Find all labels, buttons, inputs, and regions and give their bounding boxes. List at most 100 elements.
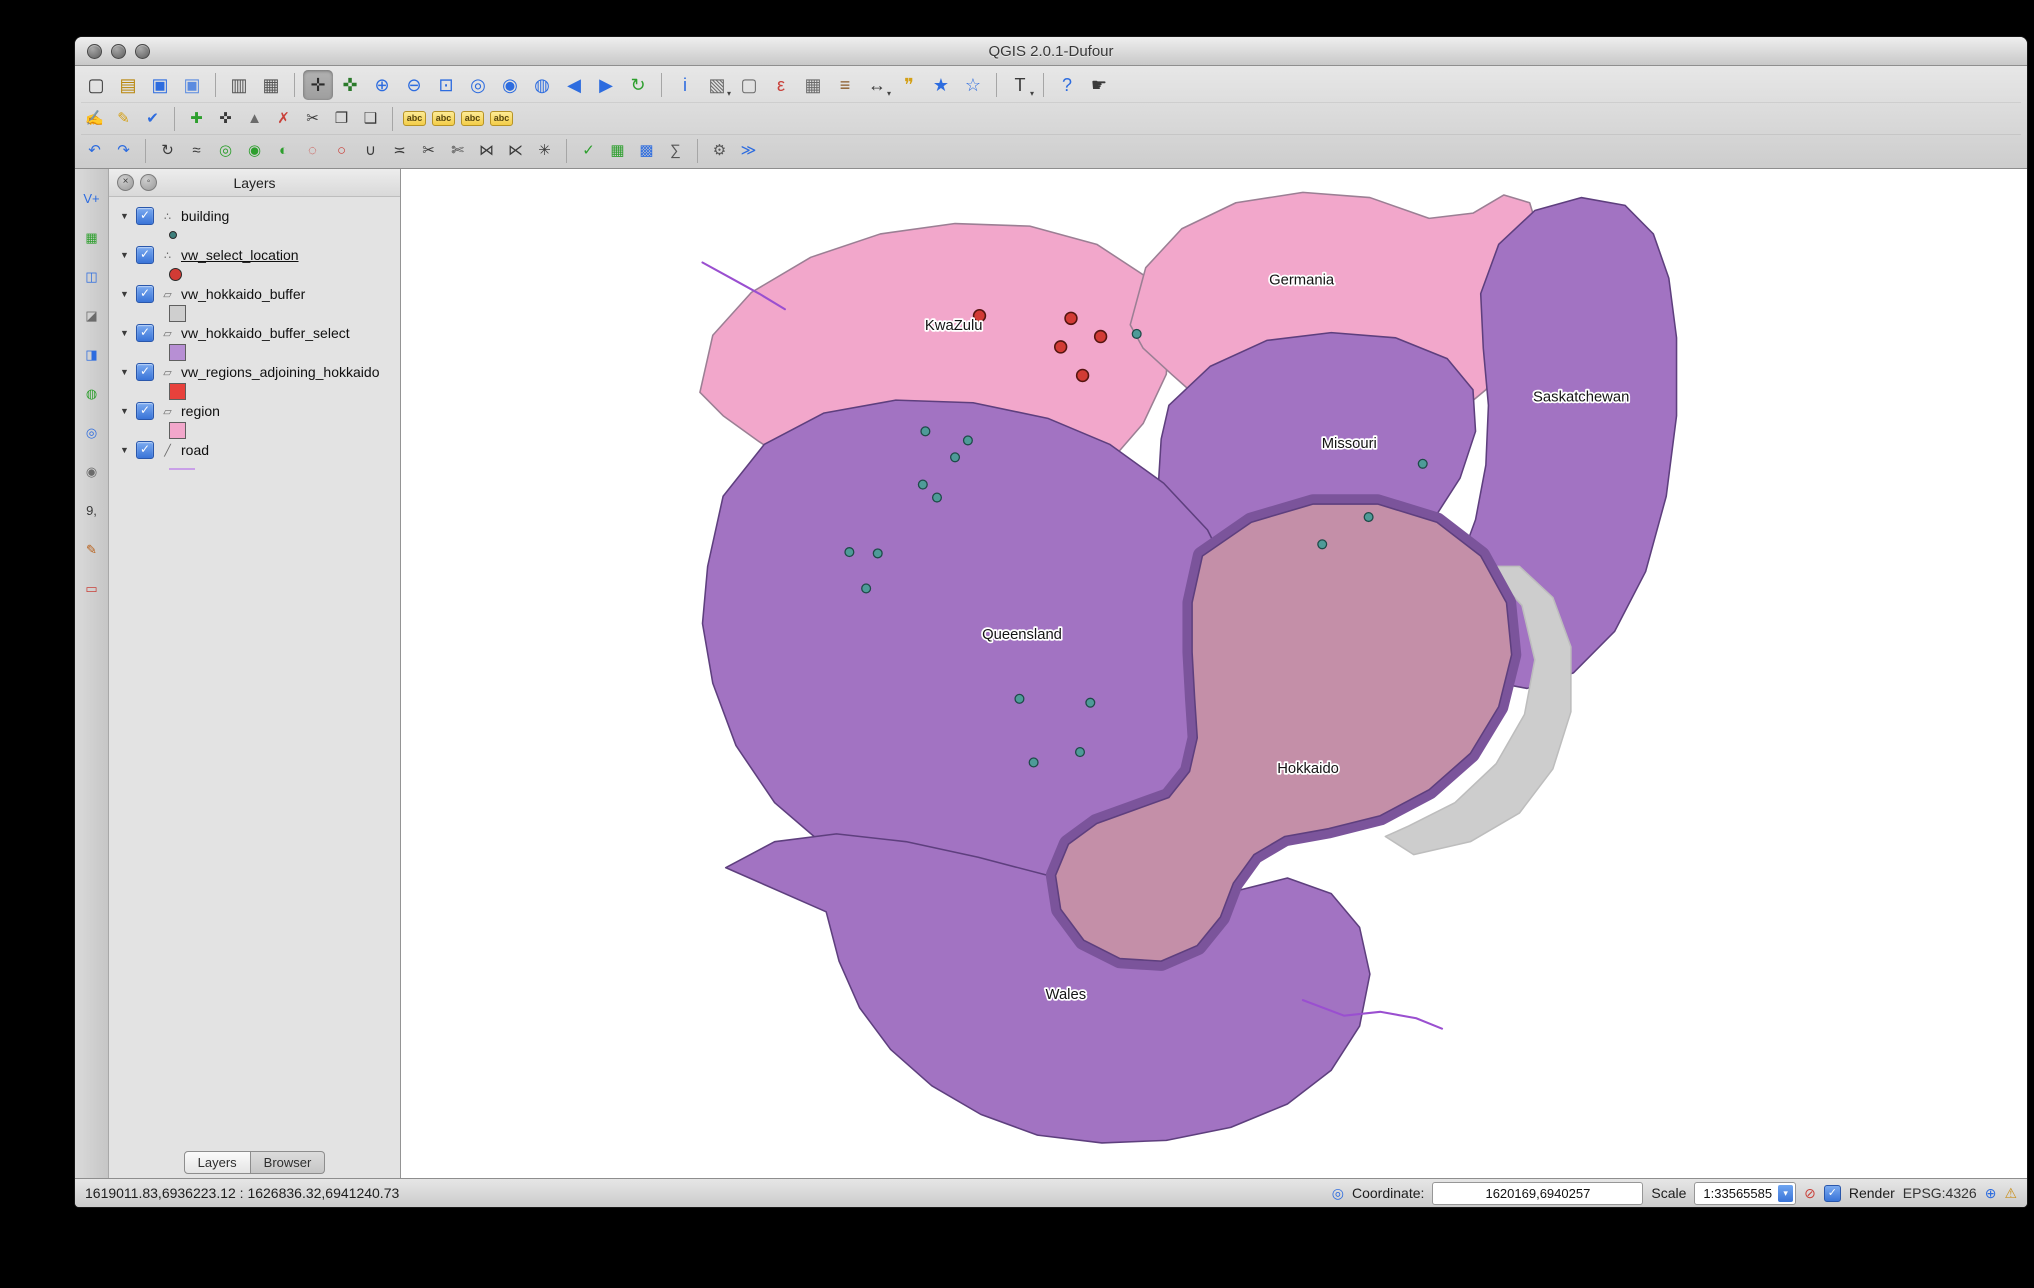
zoom-next-button[interactable]: ▶ (591, 70, 621, 100)
layer-visibility-checkbox[interactable]: ✓ (136, 324, 154, 342)
layer-expand-arrow-icon[interactable]: ▼ (119, 367, 130, 377)
layers-panel-header[interactable]: × ◦ Layers (109, 169, 400, 197)
map-tips-button[interactable]: ❞ (894, 70, 924, 100)
layer-expand-arrow-icon[interactable]: ▼ (119, 250, 130, 260)
statistics-button[interactable]: ∑ (662, 137, 689, 164)
add-mssql-layer-button[interactable]: ◨ (79, 341, 105, 367)
panel-close-button[interactable]: × (117, 174, 134, 191)
undo-button[interactable]: ↶ (81, 137, 108, 164)
map-canvas[interactable]: KwaZulu Germania Saskatchewan Missouri Queen… (401, 169, 2027, 1178)
new-bookmark-button[interactable]: ★ (926, 70, 956, 100)
layer-expand-arrow-icon[interactable]: ▼ (119, 406, 130, 416)
zoom-window-button[interactable] (135, 43, 150, 59)
zoom-last-button[interactable]: ◀ (559, 70, 589, 100)
panel-tab-browser[interactable]: Browser (250, 1150, 326, 1174)
deselect-features-button[interactable]: ▢ (734, 70, 764, 100)
delete-selected-button[interactable]: ✗ (270, 105, 297, 132)
layer-expand-arrow-icon[interactable]: ▼ (119, 445, 130, 455)
redo-button[interactable]: ↷ (110, 137, 137, 164)
log-messages-icon[interactable]: ⚠ (2004, 1186, 2017, 1200)
zoom-native-button[interactable]: ⊡ (431, 70, 461, 100)
add-postgis-layer-button[interactable]: ◫ (79, 263, 105, 289)
georeferencer-button[interactable]: ▩ (633, 137, 660, 164)
add-delimited-text-layer-button[interactable]: 9, (79, 497, 105, 523)
add-raster-layer-button[interactable]: ▦ (79, 224, 105, 250)
add-ring-button[interactable]: ◎ (212, 137, 239, 164)
labeling-button[interactable]: abc (401, 105, 428, 132)
new-print-composer-button[interactable]: ▥ (224, 70, 254, 100)
layer-visibility-checkbox[interactable]: ✓ (136, 441, 154, 459)
save-project-button[interactable]: ▣ (145, 70, 175, 100)
mouse-position-icon[interactable]: ◎ (1332, 1186, 1344, 1200)
node-tool-button[interactable]: ▲ (241, 105, 268, 132)
add-feature-button[interactable]: ✚ (183, 105, 210, 132)
add-wfs-layer-button[interactable]: ◉ (79, 458, 105, 484)
zoom-out-button[interactable]: ⊖ (399, 70, 429, 100)
copy-features-button[interactable]: ❐ (328, 105, 355, 132)
check-geometries-button[interactable]: ✓ (575, 137, 602, 164)
stop-rendering-icon[interactable]: ⊘ (1804, 1186, 1816, 1200)
processing-toolbox-button[interactable]: ⚙ (706, 137, 733, 164)
layer-label-vw-regions-adjoining-hokkaido[interactable]: vw_regions_adjoining_hokkaido (181, 364, 379, 380)
layer-label-vw-hokkaido-buffer[interactable]: vw_hokkaido_buffer (181, 286, 305, 302)
crs-display[interactable]: EPSG:4326 (1903, 1185, 1977, 1201)
raster-calculator-button[interactable]: ▦ (604, 137, 631, 164)
zoom-to-selection-button[interactable]: ◉ (495, 70, 525, 100)
layer-expand-arrow-icon[interactable]: ▼ (119, 289, 130, 299)
move-feature-button[interactable]: ✜ (212, 105, 239, 132)
layer-expand-arrow-icon[interactable]: ▼ (119, 328, 130, 338)
change-label-button[interactable]: abc (488, 105, 515, 132)
offset-curve-button[interactable]: ≍ (386, 137, 413, 164)
fill-ring-button[interactable]: ◐ (270, 137, 297, 164)
new-project-button[interactable]: ▢ (81, 70, 111, 100)
reshape-features-button[interactable]: ∪ (357, 137, 384, 164)
layer-label-region[interactable]: region (181, 403, 220, 419)
merge-attributes-button[interactable]: ⋉ (502, 137, 529, 164)
add-wcs-layer-button[interactable]: ◎ (79, 419, 105, 445)
coordinate-input[interactable] (1432, 1181, 1644, 1205)
layer-label-building[interactable]: building (181, 208, 229, 224)
add-spatialite-layer-button[interactable]: ◪ (79, 302, 105, 328)
layer-visibility-checkbox[interactable]: ✓ (136, 402, 154, 420)
split-parts-button[interactable]: ✄ (444, 137, 471, 164)
refresh-map-button[interactable]: ↻ (623, 70, 653, 100)
close-window-button[interactable] (87, 43, 102, 59)
map-svg[interactable]: KwaZulu Germania Saskatchewan Missouri Queen… (401, 169, 2027, 1178)
remove-layer-button[interactable]: ▭ (79, 575, 105, 601)
add-part-button[interactable]: ◉ (241, 137, 268, 164)
save-layer-edits-button[interactable]: ✔ (139, 105, 166, 132)
zoom-to-layer-button[interactable]: ◍ (527, 70, 557, 100)
delete-ring-button[interactable]: ◌ (299, 137, 326, 164)
add-wms-layer-button[interactable]: ◍ (79, 380, 105, 406)
open-project-button[interactable]: ▤ (113, 70, 143, 100)
merge-features-button[interactable]: ⋈ (473, 137, 500, 164)
show-bookmarks-button[interactable]: ☆ (958, 70, 988, 100)
field-calculator-button[interactable]: ≡ (830, 70, 860, 100)
composer-manager-button[interactable]: ▦ (256, 70, 286, 100)
whats-this-button[interactable]: ☛ (1084, 70, 1114, 100)
python-console-button[interactable]: ≫ (735, 137, 762, 164)
identify-features-button[interactable]: i (670, 70, 700, 100)
pan-to-selection-button[interactable]: ✜ (335, 70, 365, 100)
save-project-as-button[interactable]: ▣ (177, 70, 207, 100)
delete-part-button[interactable]: ○ (328, 137, 355, 164)
text-annotation-button[interactable]: T ▾ (1005, 70, 1035, 100)
help-button[interactable]: ? (1052, 70, 1082, 100)
toggle-editing-button[interactable]: ✎ (110, 105, 137, 132)
zoom-full-button[interactable]: ◎ (463, 70, 493, 100)
layer-label-vw-hokkaido-buffer-select[interactable]: vw_hokkaido_buffer_select (181, 325, 350, 341)
new-shapefile-layer-button[interactable]: ✎ (79, 536, 105, 562)
zoom-in-button[interactable]: ⊕ (367, 70, 397, 100)
layer-label-vw-select-location[interactable]: vw_select_location (181, 247, 299, 263)
select-features-button[interactable]: ▧ ▾ (702, 70, 732, 100)
layer-visibility-checkbox[interactable]: ✓ (136, 246, 154, 264)
simplify-feature-button[interactable]: ≈ (183, 137, 210, 164)
minimize-window-button[interactable] (111, 43, 126, 59)
scale-dropdown-icon[interactable]: ▾ (1778, 1184, 1794, 1202)
select-by-expression-button[interactable]: ε (766, 70, 796, 100)
layer-expand-arrow-icon[interactable]: ▼ (119, 211, 130, 221)
paste-features-button[interactable]: ❑ (357, 105, 384, 132)
move-label-button[interactable]: abc (430, 105, 457, 132)
current-edits-button[interactable]: ✍ (81, 105, 108, 132)
scale-combo[interactable]: 1:33565585 ▾ (1694, 1181, 1797, 1205)
